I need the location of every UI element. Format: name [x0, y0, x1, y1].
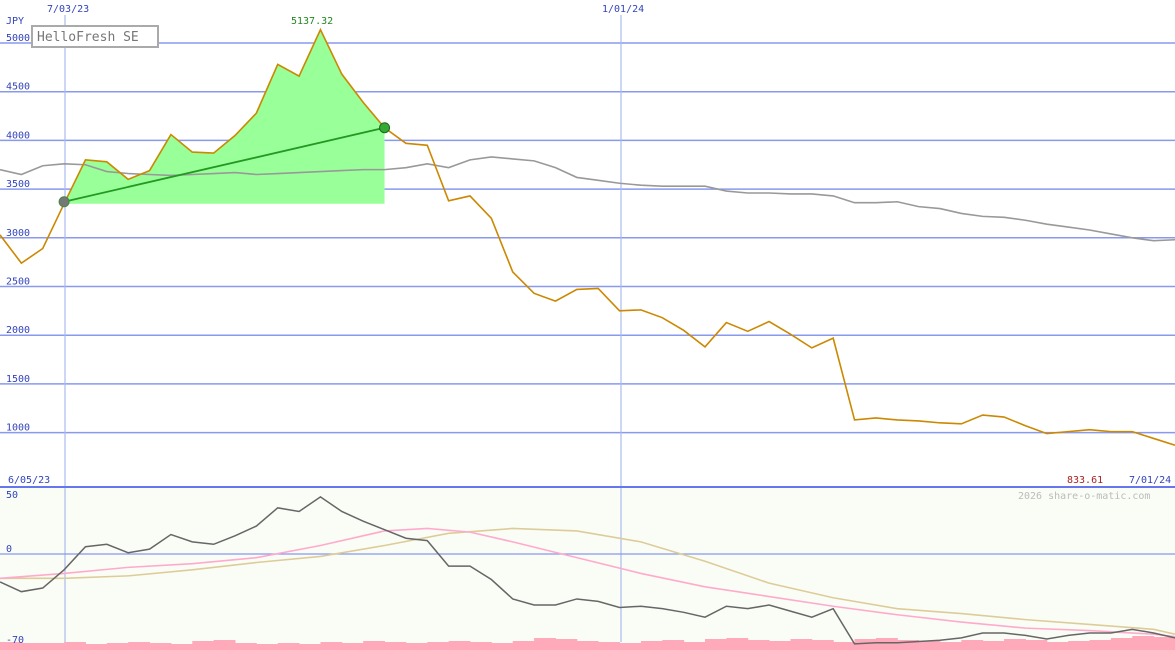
volume-bar [982, 641, 1005, 650]
volume-bar [1153, 637, 1175, 650]
volume-bar [170, 644, 193, 650]
volume-bar [448, 641, 471, 650]
volume-bar [1025, 640, 1048, 650]
volume-bar [470, 642, 492, 650]
volume-bar [213, 640, 236, 650]
end-date-label: 7/01/24 [1129, 475, 1171, 486]
trend-end-marker [379, 122, 391, 134]
volume-bar [320, 642, 343, 650]
volume-bar [106, 643, 129, 650]
volume-bar [363, 641, 386, 650]
volume-bar [726, 638, 749, 650]
stock-chart: 1000 1500 2000 2500 3000 3500 4000 4500 5000 JPY… [0, 0, 1175, 650]
trend-start-marker [58, 196, 70, 208]
volume-bar [875, 638, 898, 650]
volume-bar [940, 642, 962, 650]
volume-bar [576, 641, 599, 650]
volume-bar [662, 640, 685, 650]
watermark: 2026 share-o-matic.com [1018, 491, 1150, 502]
volume-bar [961, 640, 984, 650]
top-date-label-jan24: 1/01/24 [602, 4, 644, 15]
volume-bar [256, 644, 279, 650]
last-value-label: 833.61 [1067, 475, 1103, 486]
volume-bar [85, 644, 108, 650]
top-date-label-jul23: 7/03/23 [47, 4, 89, 15]
volume-bar [64, 642, 86, 650]
volume-bar [1068, 641, 1091, 650]
volume-bar [341, 643, 364, 650]
volume-bar [277, 643, 300, 650]
y-tick-label-4500: 4500 [6, 82, 30, 93]
y-tick-label-5000: 5000 [6, 33, 30, 44]
volume-bar [1089, 640, 1112, 650]
volume-bar [705, 639, 727, 650]
volume-bar [555, 639, 578, 650]
volume-bar [491, 643, 514, 650]
volume-bar [833, 642, 856, 650]
volume-bar [427, 642, 450, 650]
y-tick-label-3000: 3000 [6, 228, 30, 239]
start-date-label: 6/05/23 [8, 475, 50, 486]
volume-bar [405, 643, 428, 650]
volume-bar [534, 638, 556, 650]
osc-tick-minus70: -70 [6, 635, 24, 646]
volume-bar [1004, 639, 1026, 650]
volume-bar [149, 643, 172, 650]
volume-bar [235, 643, 257, 650]
y-tick-label-3500: 3500 [6, 179, 30, 190]
currency-label: JPY [6, 16, 24, 27]
volume-bar [21, 643, 44, 650]
volume-bar [42, 643, 65, 650]
volume-bar [598, 642, 621, 650]
y-tick-label-2500: 2500 [6, 277, 30, 288]
volume-bar [128, 642, 151, 650]
volume-bar [769, 641, 791, 650]
volume-bar [1110, 638, 1133, 650]
y-tick-label-2000: 2000 [6, 325, 30, 336]
oscillator-panel: 50 0 -70 2026 share-o-matic.com [0, 488, 1175, 650]
max-value-label: 5137.32 [291, 16, 333, 27]
y-tick-label-1500: 1500 [6, 374, 30, 385]
volume-bar [683, 642, 706, 650]
title-box: HelloFresh SE [31, 25, 159, 48]
volume-bar [619, 643, 642, 650]
price-panel-background [0, 0, 1175, 487]
volume-bar [1132, 636, 1155, 650]
volume-bar [384, 642, 407, 650]
volume-bar [512, 641, 535, 650]
osc-tick-0: 0 [6, 544, 12, 555]
volume-bar [854, 639, 877, 650]
volume-bar [918, 641, 941, 650]
chart-title: HelloFresh SE [37, 30, 139, 45]
volume-bar [811, 640, 834, 650]
volume-bar [192, 641, 215, 650]
volume-bar [790, 639, 813, 650]
y-tick-label-1000: 1000 [6, 423, 30, 434]
osc-tick-50: 50 [6, 490, 18, 501]
volume-bar [747, 640, 770, 650]
y-tick-label-4000: 4000 [6, 130, 30, 141]
volume-bar [1046, 642, 1069, 650]
volume-bar [299, 644, 321, 650]
price-panel: 1000 1500 2000 2500 3000 3500 4000 4500 5000 JPY… [0, 0, 1175, 487]
volume-bar [640, 641, 663, 650]
